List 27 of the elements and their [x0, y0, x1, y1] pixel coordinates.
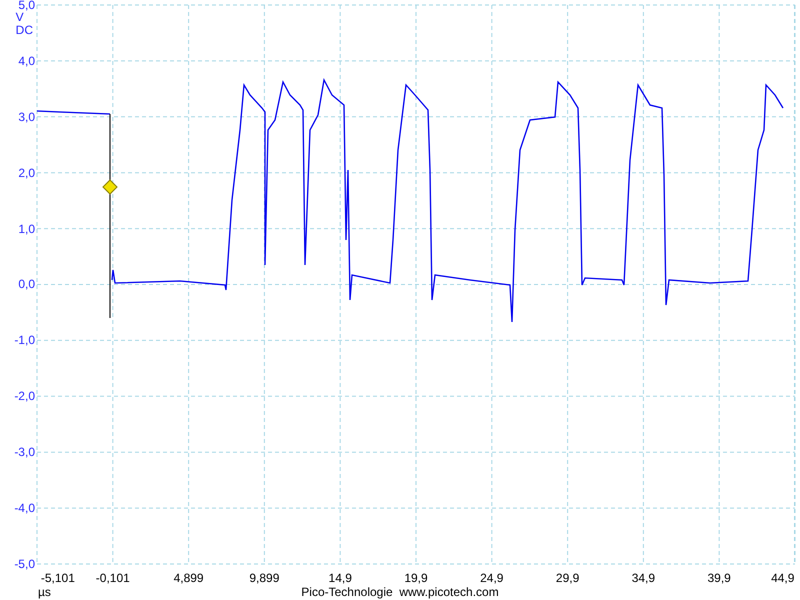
x-tick-label: 14,9: [328, 571, 352, 585]
x-tick-label: 29,9: [556, 571, 580, 585]
y-tick-label: 4,0: [18, 54, 36, 68]
footer-text: Pico-Technologie www.picotech.com: [301, 585, 499, 599]
x-tick-label: -0,101: [96, 571, 130, 585]
x-tick-label: 34,9: [632, 571, 656, 585]
y-tick-label: 1,0: [18, 222, 36, 236]
y-tick-label: -2,0: [14, 389, 36, 404]
y-tick-label: -5,0: [14, 556, 36, 571]
x-tick-label: 44,9: [770, 571, 794, 585]
x-tick-label: 24,9: [480, 571, 504, 585]
y-tick-label: 0,0: [18, 277, 36, 292]
coupling-label: DC: [16, 24, 33, 37]
y-tick-label: 3,0: [18, 110, 36, 124]
x-tick-label: 39,9: [708, 571, 731, 585]
x-tick-label: 9,899: [249, 571, 280, 585]
axis-unit-label: µs: [38, 585, 51, 599]
x-tick-label: 4,899: [174, 571, 204, 585]
y-tick-label: -4,0: [14, 501, 36, 516]
y-tick-label: 5,0: [18, 0, 36, 12]
axis-unit-label: V: [16, 11, 24, 24]
y-tick-label: -3,0: [14, 445, 36, 460]
x-tick-label: -5,101: [40, 571, 75, 585]
y-tick-label: -1,0: [14, 333, 36, 348]
y-tick-label: 2,0: [18, 166, 36, 180]
x-tick-label: 19,9: [404, 571, 428, 585]
trigger-marker-icon[interactable]: [102, 179, 118, 195]
